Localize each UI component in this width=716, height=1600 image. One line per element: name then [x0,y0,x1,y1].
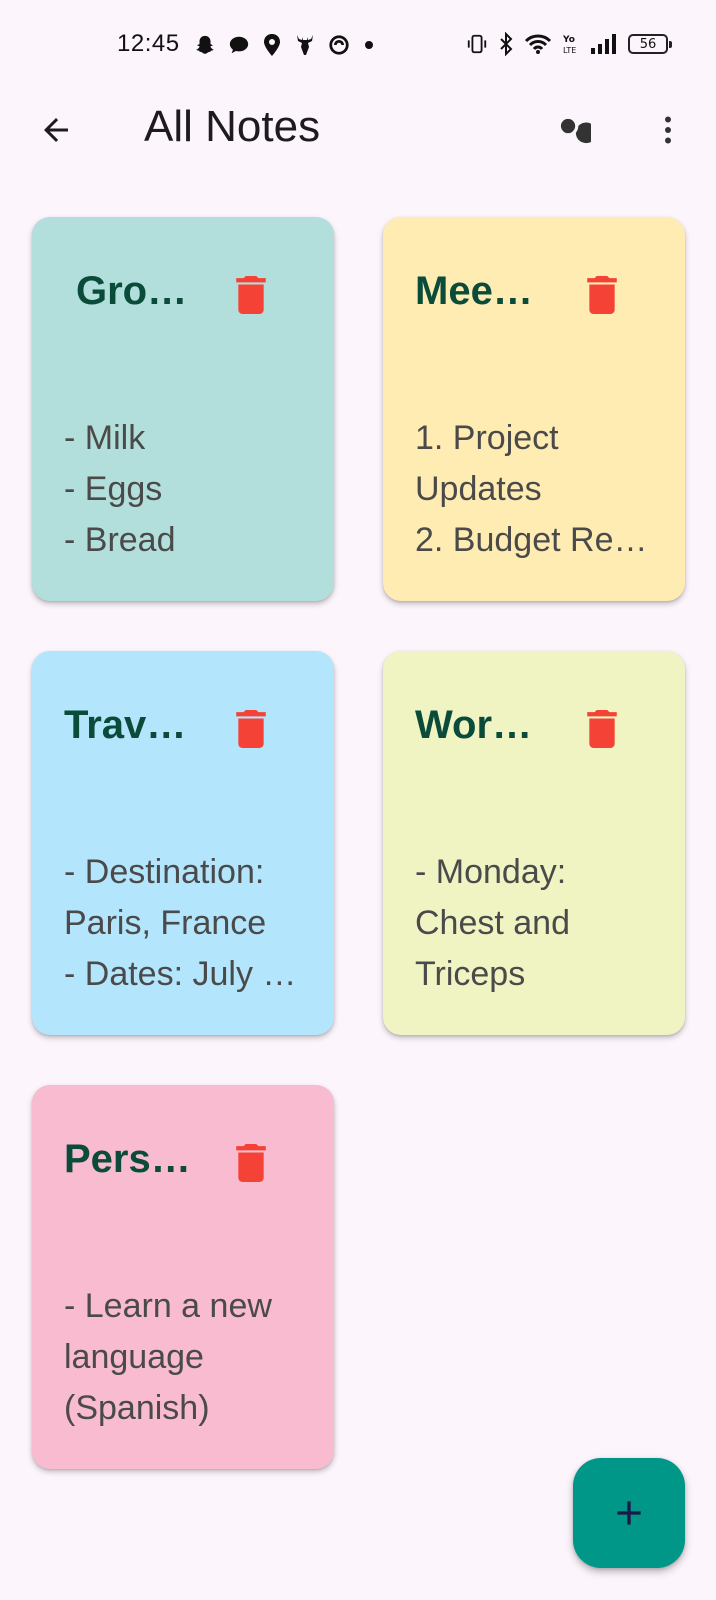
snapchat-icon [196,35,214,54]
note-body-line: 2. Budget Re… [415,521,648,559]
dot-icon [365,41,373,49]
note-body-line: - Destination: [64,853,265,891]
deer-icon [297,35,313,55]
location-pin-icon [264,34,280,56]
note-body-line: - Bread [64,521,176,559]
delete-note-button[interactable] [585,709,619,749]
delete-note-button[interactable] [234,1143,268,1183]
note-card-personal[interactable]: Pers… - Learn a new language (Spanish) [32,1085,334,1469]
trash-icon [587,710,617,748]
trash-icon [236,710,266,748]
volte-icon: YoLTE [562,35,576,55]
note-body-line: 1. Project [415,419,559,457]
vibrate-icon [467,34,487,54]
note-body-line: language [64,1338,204,1376]
note-title: Work… [415,703,545,747]
chat-bubble-icon [229,36,249,54]
note-body-line: - Eggs [64,470,163,508]
note-body: 1. Project Updates 2. Budget Re… [415,413,663,566]
delete-note-button[interactable] [234,709,268,749]
note-body: - Destination: Paris, France - Dates: Ju… [64,847,312,1000]
trash-icon [236,1144,266,1182]
note-card-meeting[interactable]: Meet… 1. Project Updates 2. Budget Re… [383,217,685,601]
more-vert-icon [665,116,671,144]
note-body-line: - Milk [64,419,146,457]
status-notification-icons [194,33,376,57]
note-body-line: Paris, France [64,904,267,942]
add-icon [617,1501,641,1525]
note-card-grocery[interactable]: Gro… - Milk - Eggs - Bread [32,217,334,601]
svg-text:LTE: LTE [563,46,576,55]
wifi-icon [524,34,552,54]
back-button[interactable] [34,108,78,152]
app-bar: All Notes [0,96,716,162]
note-body-line: - Dates: July … [64,955,297,993]
note-title: Pers… [64,1137,191,1181]
status-system-icons: Yo LTE 56 [466,32,672,56]
note-card-workout[interactable]: Work… - Monday: Chest and Triceps [383,651,685,1035]
status-time: 12:45 [117,30,180,57]
page-title: All Notes [144,102,321,151]
note-card-travel[interactable]: Trav… - Destination: Paris, France - Dat… [32,651,334,1035]
note-body-line: - Monday: [415,853,567,891]
svg-text:Yo: Yo [562,35,575,45]
search-button[interactable] [550,108,594,152]
more-options-button[interactable] [646,108,690,152]
status-bar: 12:45 Yo LTE 56 [0,0,716,96]
trash-icon [236,276,266,314]
delete-note-button[interactable] [234,275,268,315]
note-body-line: Updates [415,470,542,508]
note-body-line: (Spanish) [64,1389,210,1427]
note-title: Trav… [64,703,187,747]
add-note-button[interactable] [573,1458,685,1568]
trash-icon [587,276,617,314]
delete-note-button[interactable] [585,275,619,315]
note-title: Meet… [415,269,545,313]
note-body: - Monday: Chest and Triceps [415,847,663,1000]
sync-icon [329,35,349,55]
note-body: - Milk - Eggs - Bread [64,413,312,566]
note-body-line: - Learn a new [64,1287,272,1325]
note-title: Gro… [76,269,188,313]
arrow-back-icon [44,118,68,142]
note-body-line: Chest and [415,904,570,942]
signal-icon [591,34,616,54]
battery-level: 56 [639,36,657,52]
note-body: - Learn a new language (Spanish) [64,1281,312,1434]
note-body-line: Triceps [415,955,526,993]
search-icon [560,118,591,144]
bluetooth-icon [500,32,513,56]
battery-icon: 56 [628,34,672,54]
